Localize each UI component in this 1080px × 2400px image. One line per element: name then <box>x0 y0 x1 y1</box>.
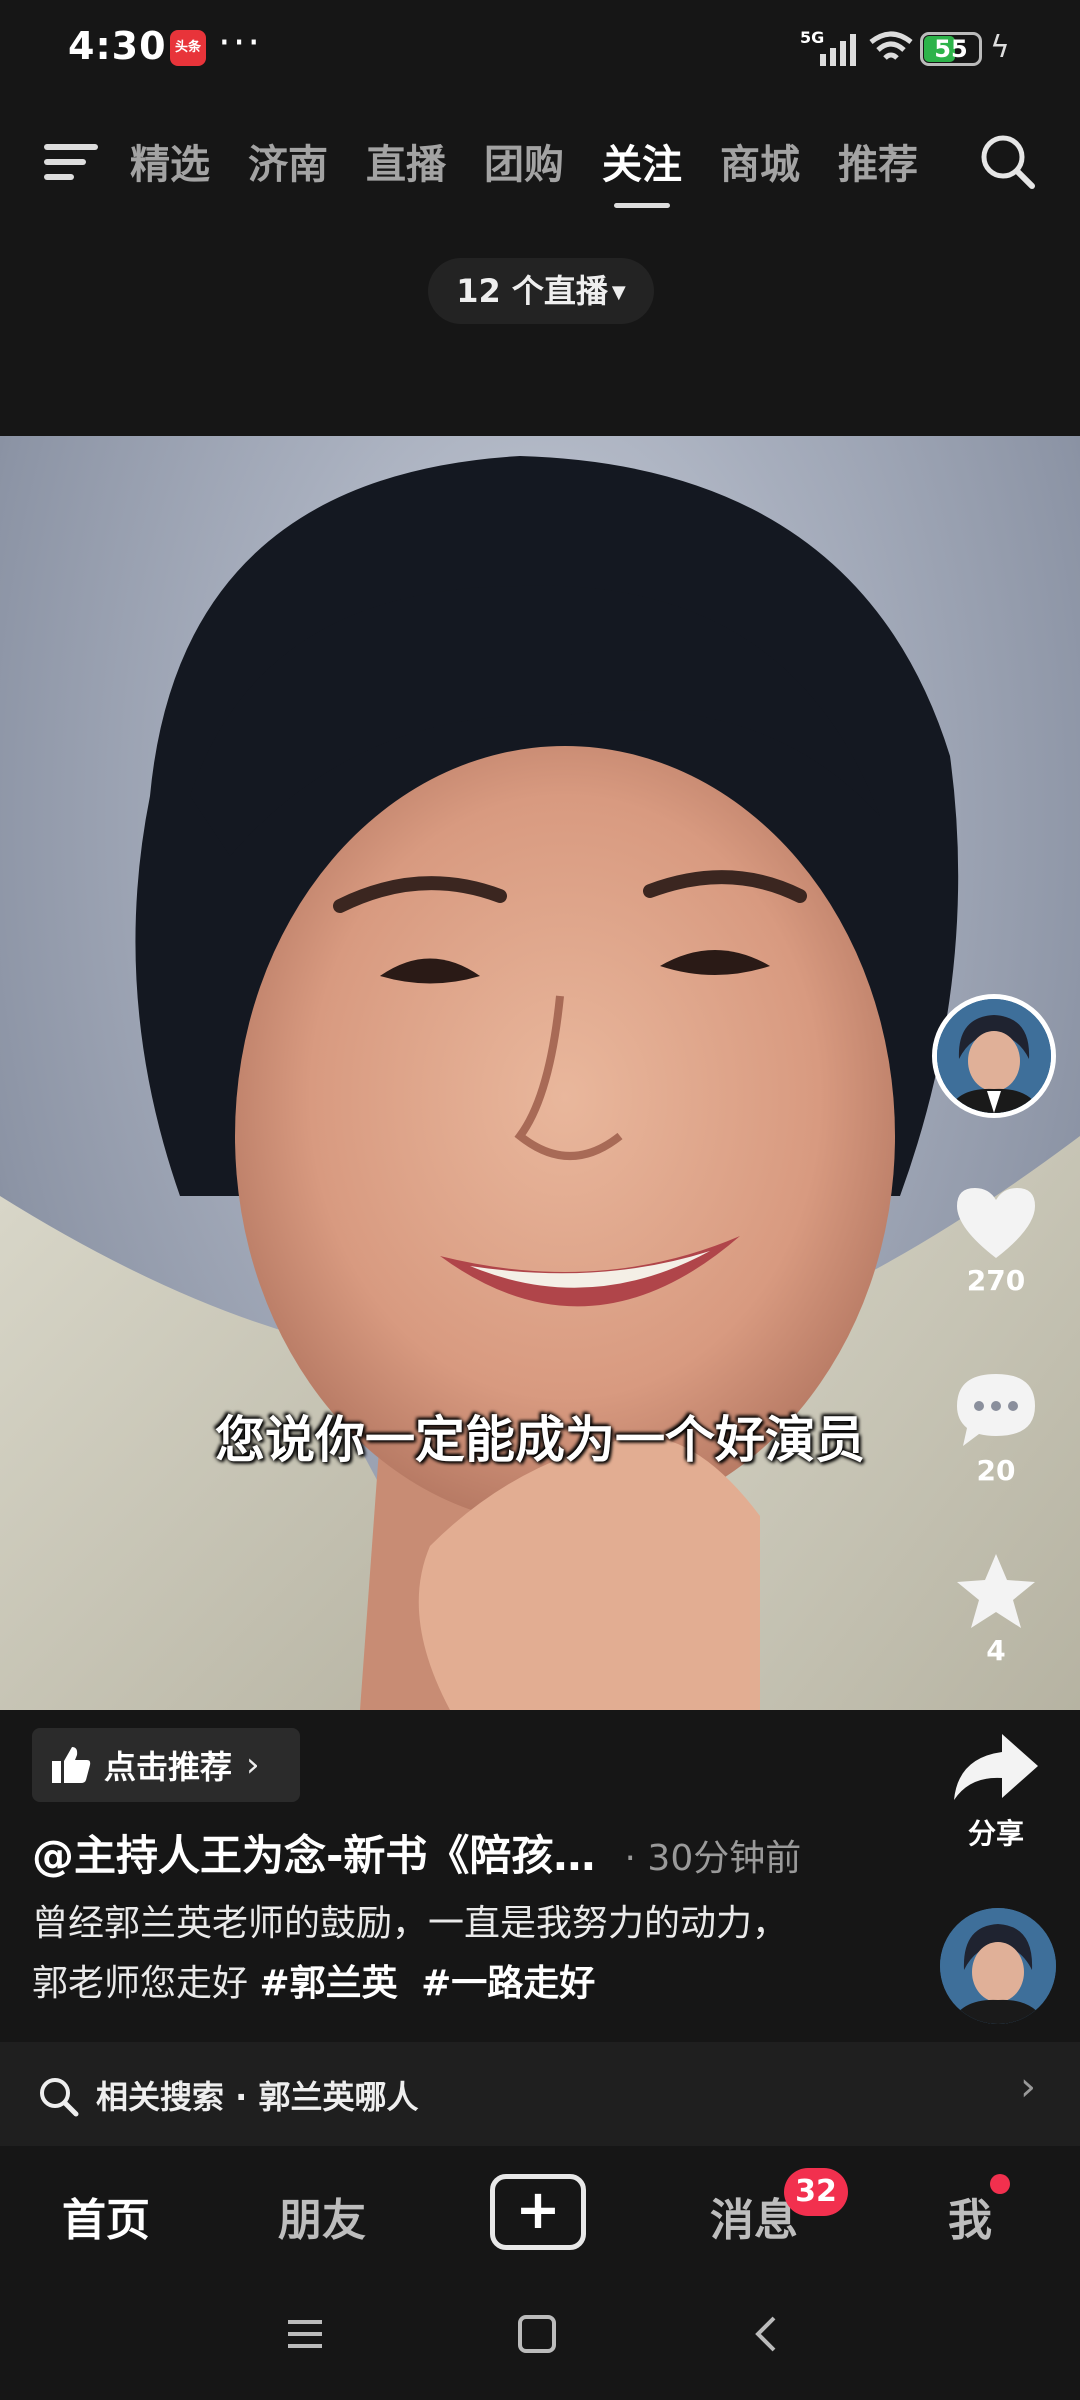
comment-button[interactable]: 20 <box>946 1370 1046 1487</box>
top-nav: 精选 济南 直播 团购 关注 商城 推荐 <box>0 110 1080 210</box>
chevron-right-icon: › <box>246 1745 260 1785</box>
nav-home[interactable]: 首页 <box>62 2184 150 2248</box>
video-frame-portrait <box>0 456 1080 1710</box>
related-search-label: 相关搜索 · 郭兰英哪人 <box>96 2078 419 2116</box>
menu-icon[interactable] <box>44 140 98 184</box>
heart-icon <box>957 1188 1035 1258</box>
like-count: 270 <box>966 1264 1026 1297</box>
live-count-dropdown[interactable]: 12 个直播 ▼ <box>428 258 654 324</box>
tab-2[interactable]: 直播 <box>366 132 446 190</box>
clock: 4:30 <box>68 24 167 68</box>
caret-down-icon: ▼ <box>611 282 626 303</box>
top-tabs: 精选 济南 直播 团购 关注 商城 推荐 <box>130 132 956 208</box>
music-avatar[interactable] <box>940 1908 1056 2024</box>
author-avatar[interactable] <box>932 994 1056 1118</box>
post-description: 曾经郭兰英老师的鼓励，一直是我努力的动力， 郭老师您走好 #郭兰英 #一路走好 <box>32 1903 789 2004</box>
more-notifications-icon: ··· <box>218 20 263 66</box>
comment-icon <box>957 1374 1035 1446</box>
like-button[interactable]: 270 <box>946 1184 1046 1297</box>
battery-indicator: 55 <box>920 32 982 66</box>
favorite-button[interactable]: 4 <box>946 1550 1046 1667</box>
author-name[interactable]: @主持人王为念-新书《陪孩… <box>32 1831 595 1880</box>
hashtag[interactable]: #一路走好 <box>421 1963 595 2004</box>
bottom-nav: 首页 朋友 + 消息 32 我 <box>0 2146 1080 2278</box>
hashtag[interactable]: #郭兰英 <box>259 1963 397 2004</box>
thumbs-up-icon <box>52 1747 91 1783</box>
video-player[interactable] <box>0 436 1080 1710</box>
charging-icon: ϟ <box>990 30 1010 65</box>
star-icon <box>957 1554 1035 1628</box>
notification-dot <box>990 2174 1010 2194</box>
back-icon[interactable] <box>746 2314 788 2354</box>
status-bar: 4:30 头条 ··· 5G 55 ϟ <box>0 0 1080 100</box>
recent-apps-icon[interactable] <box>284 2314 326 2354</box>
related-search-bar[interactable]: 相关搜索 · 郭兰英哪人 › <box>0 2042 1080 2146</box>
tab-1[interactable]: 济南 <box>248 132 328 190</box>
recommend-button[interactable]: 点击推荐 › <box>32 1728 300 1802</box>
share-button[interactable]: 分享 <box>946 1730 1046 1852</box>
video-subtitle: 您说你一定能成为一个好演员 <box>215 1411 865 1469</box>
chevron-right-icon: › <box>1020 2064 1036 2110</box>
favorite-count: 4 <box>986 1634 1006 1667</box>
tab-4[interactable]: 关注 <box>602 132 682 208</box>
search-icon[interactable] <box>978 132 1036 190</box>
nav-friends[interactable]: 朋友 <box>278 2184 366 2248</box>
tab-0[interactable]: 精选 <box>130 132 210 190</box>
nav-me[interactable]: 我 <box>948 2184 992 2248</box>
author-line: @主持人王为念-新书《陪孩… · 30分钟前 <box>32 1822 912 1883</box>
plus-icon: + <box>515 2178 561 2241</box>
tab-3[interactable]: 团购 <box>484 132 564 190</box>
tab-6[interactable]: 推荐 <box>838 132 918 190</box>
home-icon[interactable] <box>516 2314 558 2354</box>
messages-badge: 32 <box>784 2168 848 2216</box>
system-nav-bar <box>0 2278 1080 2400</box>
create-post-button[interactable]: + <box>490 2174 586 2250</box>
toutiao-app-icon: 头条 <box>170 30 206 66</box>
post-time: · 30分钟前 <box>624 1838 802 1879</box>
search-icon <box>40 2078 79 2117</box>
wifi-icon <box>869 31 913 60</box>
recommend-label: 点击推荐 <box>104 1748 233 1786</box>
share-label: 分享 <box>967 1817 1024 1850</box>
tab-5[interactable]: 商城 <box>720 132 800 190</box>
comment-count: 20 <box>976 1454 1016 1487</box>
share-arrow-icon <box>954 1734 1038 1800</box>
signal-icon <box>820 34 856 66</box>
